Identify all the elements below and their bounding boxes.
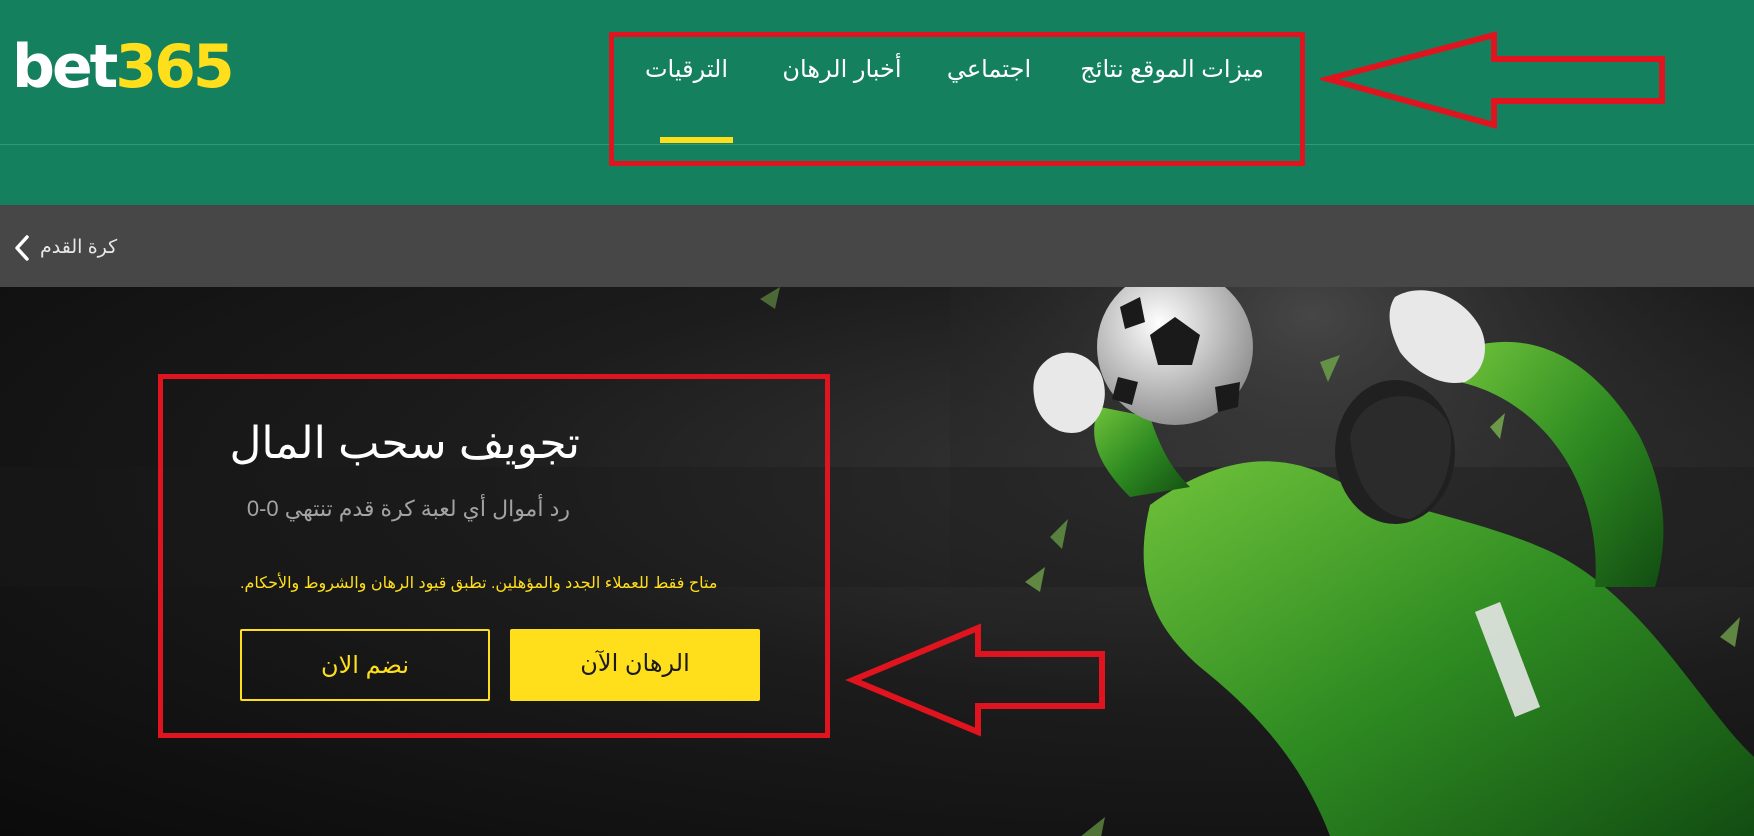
chevron-left-icon [15, 235, 29, 261]
annotation-box-nav [609, 32, 1305, 166]
logo-text-bet: bet [12, 32, 118, 102]
annotation-box-promo [158, 374, 830, 738]
breadcrumb-label: كرة القدم [40, 237, 118, 258]
page: bet365 الترقيات أخبار الرهان اجتماعي نتا… [0, 0, 1754, 836]
breadcrumb-bar: كرة القدم [0, 205, 1754, 287]
bet365-logo[interactable]: bet365 [12, 32, 235, 102]
annotation-arrow-nav [1320, 31, 1665, 129]
annotation-arrow-promo [845, 623, 1105, 737]
logo-text-365: 365 [115, 32, 234, 102]
